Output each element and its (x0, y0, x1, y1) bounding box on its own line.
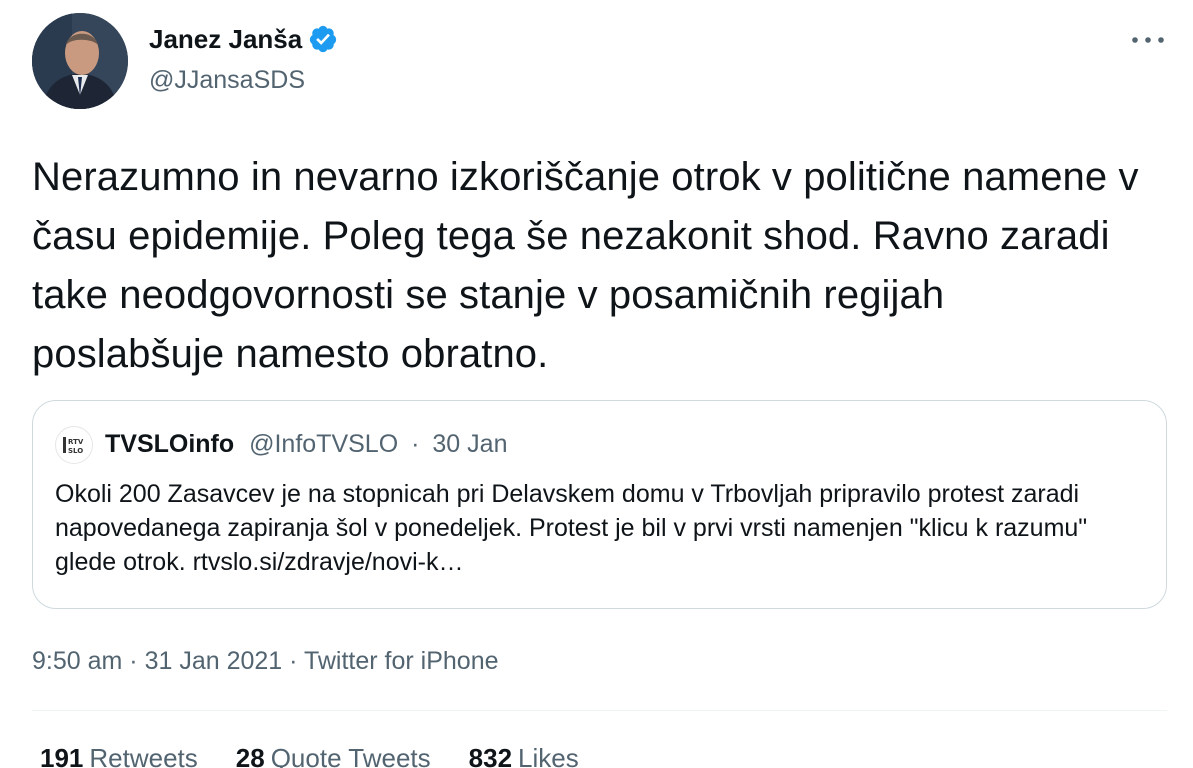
tweet-source-link[interactable]: Twitter for iPhone (304, 647, 499, 675)
likes-count: 832 (468, 743, 513, 768)
meta-separator: · (129, 647, 138, 675)
more-options-button[interactable] (1126, 26, 1170, 54)
more-horizontal-icon (1132, 37, 1164, 43)
tweet-detail: Janez Janša @JJansaSDS Nerazumno in neva… (0, 0, 1193, 768)
likes-stat[interactable]: 832 Likes (469, 741, 579, 768)
quote-tweets-count: 28 (235, 743, 265, 768)
quoted-tweet-text: Okoli 200 Zasavcev je na stopnicah pri D… (55, 480, 1088, 576)
svg-text:SLO: SLO (68, 447, 83, 455)
tweet-timestamp: 9:50 am · 31 Jan 2021 · Twitter for iPho… (32, 644, 499, 678)
verified-badge-icon (308, 24, 338, 54)
quoted-author-name: TVSLOinfo (105, 430, 235, 458)
likes-label: Likes (518, 743, 579, 768)
author-avatar-image (32, 13, 128, 109)
author-name-text: Janez Janša (149, 24, 303, 54)
retweets-count: 191 (40, 743, 84, 768)
quoted-tweet-header: TVSLOinfo @InfoTVSLO · 30 Jan (105, 427, 507, 461)
tweet-stats: 191 Retweets 28 Quote Tweets 832 Likes (40, 741, 579, 768)
quoted-author-handle: @InfoTVSLO (249, 430, 399, 458)
divider (32, 710, 1167, 711)
meta-separator: · (289, 647, 298, 675)
quoted-separator: · (411, 430, 420, 458)
quoted-tweet-card[interactable]: RTV SLO TVSLOinfo @InfoTVSLO · 30 Jan Ok… (32, 400, 1167, 609)
author-handle[interactable]: @JJansaSDS (149, 63, 305, 97)
tweet-time-link[interactable]: 9:50 am (32, 647, 122, 675)
retweets-stat[interactable]: 191 Retweets (40, 741, 198, 768)
quoted-tweet-date: 30 Jan (432, 430, 508, 458)
quote-tweets-label: Quote Tweets (270, 743, 431, 768)
author-name[interactable]: Janez Janša (149, 22, 338, 56)
tweet-date-link[interactable]: 31 Jan 2021 (145, 647, 283, 675)
retweets-label: Retweets (89, 743, 198, 768)
rtv-slo-logo-icon: RTV SLO (63, 437, 84, 455)
quote-tweets-stat[interactable]: 28 Quote Tweets (236, 741, 431, 768)
svg-text:RTV: RTV (68, 438, 84, 446)
tweet-text: Nerazumno in nevarno izkoriščanje otrok … (32, 155, 1139, 376)
quoted-author-avatar: RTV SLO (55, 426, 93, 464)
author-avatar[interactable] (32, 13, 128, 109)
